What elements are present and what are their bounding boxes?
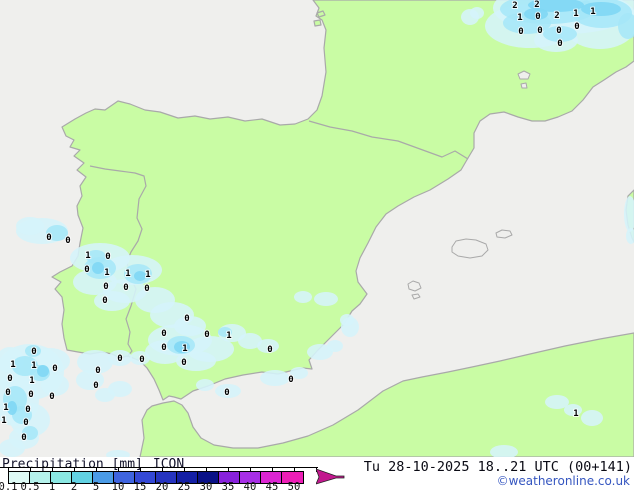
precip-value-label: 1 <box>85 251 90 261</box>
precip-value-label: 0 <box>117 354 122 364</box>
precip-value-label: 1 <box>3 403 8 413</box>
precip-value-label: 0 <box>184 314 189 324</box>
precip-value-label: 2 <box>512 1 517 11</box>
precip-value-label: 0 <box>537 26 542 36</box>
precip-value-label: 0 <box>46 233 51 243</box>
precip-value-label: 1 <box>573 9 578 19</box>
precip-value-label: 0 <box>103 282 108 292</box>
precip-value-label: 0 <box>105 252 110 262</box>
precip-value-label: 0 <box>557 39 562 49</box>
precip-value-label: 1 <box>31 361 36 371</box>
precipitation-map: 2 21 0 2 1 10 0 0 000 01 00 1 1 10 0 0001 1 00 10 0 01 01 0000… <box>0 0 634 457</box>
precip-value-label: 0 <box>267 345 272 355</box>
precip-value-label: 0 <box>52 364 57 374</box>
precip-value-label: 2 <box>534 0 539 10</box>
precip-value-label: 0 <box>5 388 10 398</box>
precip-value-label: 1 <box>182 344 187 354</box>
precip-value-label: 0 <box>288 375 293 385</box>
precip-value-label: 0 <box>224 388 229 398</box>
precip-value-label: 0 <box>49 392 54 402</box>
legend-topline <box>0 467 318 468</box>
precip-value-label: 0 <box>161 343 166 353</box>
precip-value-label: 1 <box>226 331 231 341</box>
precip-value-label: 1 <box>104 268 109 278</box>
legend-units: [mm] <box>111 457 143 472</box>
precip-value-label: 0 <box>93 381 98 391</box>
precip-value-label: 0 <box>31 347 36 357</box>
legend-tick-label: 50 <box>287 481 301 490</box>
precip-value-label: 1 <box>1 416 6 426</box>
precip-value-label: 1 <box>125 269 130 279</box>
precip-value-label: 0 <box>28 390 33 400</box>
precip-value-label: 0 <box>139 355 144 365</box>
precip-value-label: 0 <box>21 433 26 443</box>
legend-bar-area: Precipitation [mm] ICON 0.1 0.5 1 2 5 10 15 20 25… <box>0 457 634 490</box>
precip-value-label: 1 <box>29 376 34 386</box>
precip-value-label: 0 <box>535 12 540 22</box>
precip-value-label: 2 <box>554 11 559 21</box>
precip-value-label: 1 <box>10 360 15 370</box>
precip-value-label: 1 <box>573 409 578 419</box>
precip-value-label: 0 <box>574 22 579 32</box>
precip-value-label: 0 <box>102 296 107 306</box>
precip-value-label: 0 <box>181 358 186 368</box>
precip-value-label: 0 <box>7 374 12 384</box>
precip-value-label: 0 <box>161 329 166 339</box>
weather-map-screenshot: 2210211000000010011100000110010001010000… <box>0 0 634 490</box>
island-ibiza <box>407 280 422 292</box>
precip-value-label: 0 <box>123 283 128 293</box>
precip-value-label: 0 <box>204 330 209 340</box>
precip-value-label: 0 <box>556 26 561 36</box>
precip-value-label: 0 <box>518 27 523 37</box>
precip-value-label: 1 <box>145 270 150 280</box>
precip-value-label: 1 <box>590 7 595 17</box>
lagoon-south-france-2 <box>520 82 528 89</box>
precip-value-label: 0 <box>65 236 70 246</box>
precip-value-label: 0 <box>84 265 89 275</box>
precip-value-label: 0 <box>23 418 28 428</box>
island-french-coast-2 <box>313 19 322 27</box>
copyright-link[interactable]: ©weatheronline.co.uk <box>497 474 630 488</box>
precip-value-label: 0 <box>95 366 100 376</box>
precip-value-label: 1 <box>517 13 522 23</box>
forecast-datetime: Tu 28-10-2025 18..21 UTC (00+141) <box>363 459 632 475</box>
precip-value-label: 0 <box>144 284 149 294</box>
model-name: ICON <box>152 457 185 472</box>
legend-overflow-arrow <box>316 469 345 485</box>
precip-value-label: 0 <box>25 405 30 415</box>
